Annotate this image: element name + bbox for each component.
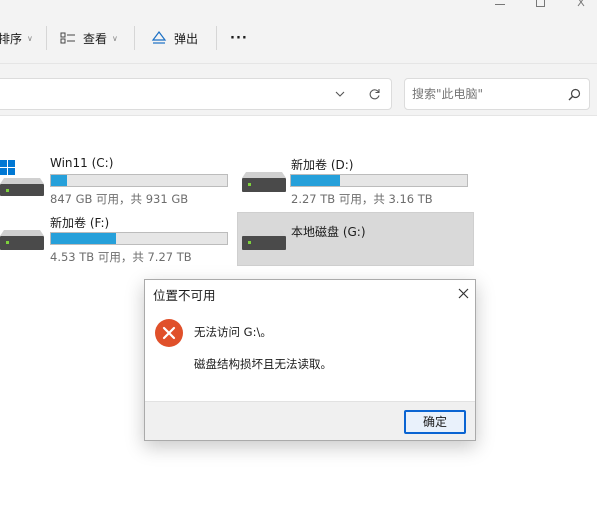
drive-name: Win11 (C:) xyxy=(50,156,114,170)
drive-usage-bar xyxy=(50,232,228,245)
error-icon xyxy=(155,319,183,347)
toolbar-divider xyxy=(46,26,47,50)
chevron-down-icon xyxy=(335,91,345,97)
search-input[interactable] xyxy=(404,78,590,110)
sort-label: 排序 xyxy=(0,31,23,46)
drive-name: 本地磁盘 (G:) xyxy=(291,225,366,239)
title-bar xyxy=(0,0,597,12)
search-button[interactable] xyxy=(566,86,582,102)
eject-label: 弹出 xyxy=(174,31,199,46)
dialog-footer: 确定 xyxy=(145,401,475,440)
chevron-down-icon: ∨ xyxy=(27,33,33,43)
address-input[interactable] xyxy=(0,78,392,110)
address-bar-row xyxy=(0,64,597,116)
windows-drive-icon xyxy=(0,160,44,196)
command-bar: 排序 ∨ 查看 ∨ 弹出 ··· xyxy=(0,12,597,64)
drive-d[interactable]: 新加卷 (D:) 2.27 TB 可用，共 3.16 TB xyxy=(238,150,474,206)
ok-button[interactable]: 确定 xyxy=(404,410,466,434)
dialog-title: 位置不可用 xyxy=(153,288,216,303)
location-unavailable-dialog: 位置不可用 无法访问 G:\。 磁盘结构损坏且无法读取。 确定 xyxy=(144,279,476,441)
eject-button[interactable]: 弹出 xyxy=(151,12,198,64)
drive-space-text: 847 GB 可用，共 931 GB xyxy=(50,192,189,206)
view-button[interactable]: 查看 ∨ xyxy=(60,12,118,64)
drive-name: 新加卷 (F:) xyxy=(50,216,110,230)
chevron-down-icon: ∨ xyxy=(112,33,118,43)
drive-space-text: 2.27 TB 可用，共 3.16 TB xyxy=(291,192,433,206)
address-dropdown-button[interactable] xyxy=(331,85,349,103)
minimize-icon xyxy=(495,4,505,5)
more-options-button[interactable]: ··· xyxy=(230,12,248,64)
drive-icon xyxy=(0,230,44,250)
toolbar-divider xyxy=(216,26,217,50)
drive-g[interactable]: 本地磁盘 (G:) xyxy=(237,212,474,266)
minimize-button[interactable] xyxy=(485,0,515,12)
close-icon xyxy=(577,0,585,7)
close-window-button[interactable] xyxy=(567,0,597,12)
view-label: 查看 xyxy=(83,31,108,46)
view-icon xyxy=(60,32,75,44)
drive-icon xyxy=(242,230,286,250)
drive-usage-fill xyxy=(51,233,117,244)
eject-icon xyxy=(151,31,167,44)
drive-space-text: 4.53 TB 可用，共 7.27 TB xyxy=(50,250,192,264)
refresh-icon xyxy=(369,88,380,99)
search-icon xyxy=(568,88,580,100)
drive-name: 新加卷 (D:) xyxy=(291,158,354,172)
close-icon xyxy=(458,288,468,298)
drive-c[interactable]: Win11 (C:) 847 GB 可用，共 931 GB xyxy=(0,150,232,206)
drive-usage-bar xyxy=(290,174,468,187)
toolbar-divider xyxy=(134,26,135,50)
drive-usage-fill xyxy=(291,175,341,186)
drive-usage-bar xyxy=(50,174,228,187)
maximize-button[interactable] xyxy=(525,0,555,12)
refresh-button[interactable] xyxy=(365,85,383,103)
maximize-icon xyxy=(535,0,545,7)
dialog-close-button[interactable] xyxy=(453,283,473,303)
more-icon: ··· xyxy=(230,30,248,46)
drive-f[interactable]: 新加卷 (F:) 4.53 TB 可用，共 7.27 TB xyxy=(0,208,232,264)
drive-usage-fill xyxy=(51,175,67,186)
dialog-message-detail: 磁盘结构损坏且无法读取。 xyxy=(194,357,332,371)
dialog-message-primary: 无法访问 G:\。 xyxy=(194,325,272,339)
sort-button[interactable]: 排序 ∨ xyxy=(0,12,33,64)
drive-icon xyxy=(242,172,286,192)
